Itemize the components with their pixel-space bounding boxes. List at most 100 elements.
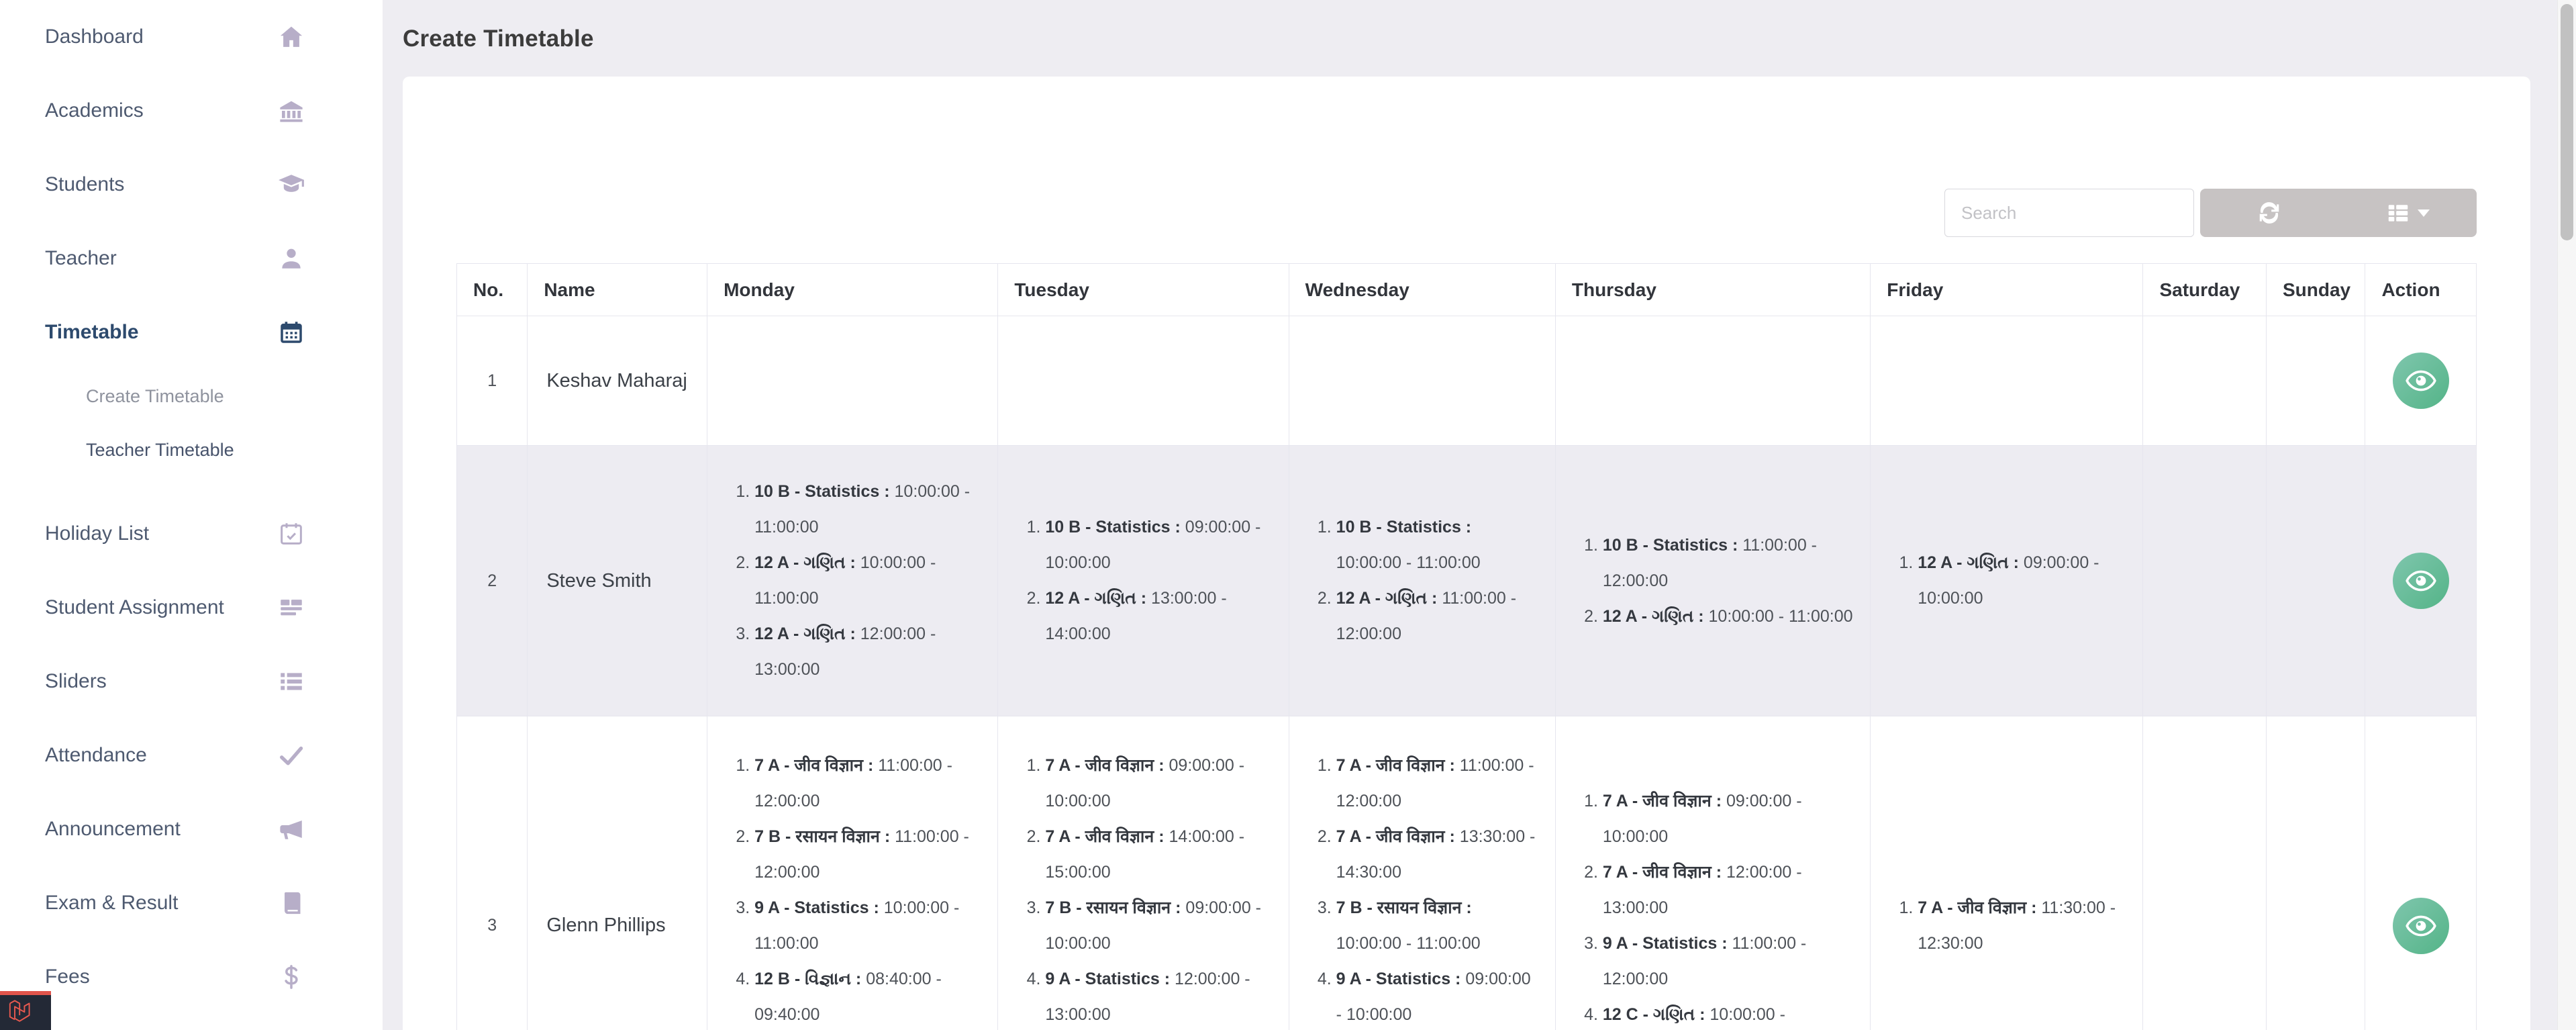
schedule-entry: 10 B - Statistics : 10:00:00 - 11:00:00 xyxy=(754,474,981,545)
day-cell-tuesday: 7 A - जीव विज्ञान : 09:00:00 - 10:00:007… xyxy=(997,716,1289,1030)
column-header-name: Name xyxy=(527,263,708,316)
sidebar-item-students[interactable]: Students xyxy=(0,148,383,222)
sidebar-item-label: Students xyxy=(45,173,125,195)
table-body: 1Keshav Maharaj2Steve Smith10 B - Statis… xyxy=(456,316,2477,1030)
schedule-entry: 9 A - Statistics : 12:00:00 - 13:00:00 xyxy=(1045,962,1272,1030)
column-header-sunday: Sunday xyxy=(2265,263,2366,316)
view-timetable-button[interactable] xyxy=(2392,353,2449,409)
dollar-icon xyxy=(277,963,305,991)
column-header-tuesday: Tuesday xyxy=(997,263,1289,316)
schedule-list: 10 B - Statistics : 10:00:00 - 11:00:001… xyxy=(1305,510,1539,652)
schedule-entry: 9 A - Statistics : 10:00:00 - 11:00:00 xyxy=(754,890,981,962)
sidebar-item-label: Create Timetable xyxy=(86,385,224,406)
rows-icon xyxy=(277,594,305,622)
bank-icon xyxy=(277,97,305,125)
table-header-row: No. Name Monday Tuesday Wednesday Thursday Fri… xyxy=(456,263,2477,316)
teacher-name: Glenn Phillips xyxy=(527,716,708,1030)
schedule-list: 7 A - जीव विज्ञान : 09:00:00 - 10:00:007… xyxy=(1014,748,1272,1030)
megaphone-icon xyxy=(277,815,305,843)
page-title: Create Timetable xyxy=(403,26,594,52)
main-content: Create Timetable Search No. Name Monday … xyxy=(383,0,2576,1030)
schedule-entry: 7 A - जीव विज्ञान : 11:30:00 - 12:30:00 xyxy=(1918,890,2126,962)
schedule-entry: 7 A - जीव विज्ञान : 12:00:00 - 13:00:00 xyxy=(1603,855,1854,926)
sidebar-nav: Dashboard Academics Students Teacher Timetab… xyxy=(0,0,383,1014)
calendar-check-icon xyxy=(277,520,305,548)
schedule-entry: 12 C - ગણિત : 10:00:00 - 11:00:00 xyxy=(1603,997,1854,1030)
sidebar-item-label: Sliders xyxy=(45,670,107,692)
schedule-entry: 9 A - Statistics : 11:00:00 - 12:00:00 xyxy=(1603,926,1854,997)
sidebar-item-exam-result[interactable]: Exam & Result xyxy=(0,866,383,940)
sidebar-item-holiday-list[interactable]: Holiday List xyxy=(0,497,383,571)
sidebar-item-label: Dashboard xyxy=(45,26,144,48)
column-header-wednesday: Wednesday xyxy=(1288,263,1556,316)
sidebar-item-academics[interactable]: Academics xyxy=(0,74,383,148)
column-header-saturday: Saturday xyxy=(2142,263,2267,316)
eye-icon xyxy=(2405,565,2437,597)
sidebar-item-create-timetable[interactable]: Create Timetable xyxy=(0,369,383,423)
laravel-debugbar-badge[interactable] xyxy=(0,991,51,1030)
schedule-entry: 10 B - Statistics : 09:00:00 - 10:00:00 xyxy=(1045,510,1272,581)
schedule-entry: 7 A - जीव विज्ञान : 11:00:00 - 12:00:00 xyxy=(1336,748,1539,819)
view-timetable-button[interactable] xyxy=(2392,553,2449,609)
day-cell-friday xyxy=(1870,316,2144,446)
search-input[interactable] xyxy=(1944,189,2194,237)
teacher-name: Steve Smith xyxy=(527,445,708,716)
day-cell-saturday xyxy=(2142,716,2267,1030)
column-visibility-button[interactable] xyxy=(2338,189,2477,237)
refresh-button[interactable] xyxy=(2200,189,2338,237)
schedule-entry: 12 A - ગણિત : 13:00:00 - 14:00:00 xyxy=(1045,581,1272,652)
sidebar-item-teacher-timetable[interactable]: Teacher Timetable xyxy=(0,423,383,477)
sidebar-item-label: Attendance xyxy=(45,744,147,766)
action-cell xyxy=(2365,445,2477,716)
sidebar-item-label: Announcement xyxy=(45,818,181,840)
schedule-entry: 12 A - ગણિત : 11:00:00 - 12:00:00 xyxy=(1336,581,1539,652)
schedule-entry: 9 A - Statistics : 09:00:00 - 10:00:00 xyxy=(1336,962,1539,1030)
sidebar-item-label: Holiday List xyxy=(45,522,150,545)
refresh-icon xyxy=(2259,202,2279,224)
day-cell-saturday xyxy=(2142,316,2267,446)
sidebar-item-announcement[interactable]: Announcement xyxy=(0,792,383,866)
sidebar-item-student-assignment[interactable]: Student Assignment xyxy=(0,571,383,645)
schedule-list: 7 A - जीव विज्ञान : 11:00:00 - 12:00:007… xyxy=(1305,748,1539,1030)
sidebar-item-label: Student Assignment xyxy=(45,596,224,618)
action-cell xyxy=(2365,316,2477,446)
sidebar-item-sliders[interactable]: Sliders xyxy=(0,645,383,718)
schedule-entry: 10 B - Statistics : 10:00:00 - 11:00:00 xyxy=(1336,510,1539,581)
sidebar-item-timetable[interactable]: Timetable xyxy=(0,295,383,369)
view-timetable-button[interactable] xyxy=(2392,897,2449,954)
scrollbar-thumb[interactable] xyxy=(2561,4,2573,240)
column-header-friday: Friday xyxy=(1870,263,2144,316)
sidebar-item-label: Teacher xyxy=(45,247,117,269)
day-cell-thursday: 7 A - जीव विज्ञान : 09:00:00 - 10:00:007… xyxy=(1554,716,1871,1030)
sidebar-item-fees[interactable]: Fees xyxy=(0,940,383,1014)
timetable-table: No. Name Monday Tuesday Wednesday Thursday Fri… xyxy=(456,263,2477,1030)
home-icon xyxy=(277,23,305,51)
timetable-card: No.NameMondayTuesdayWednesdayThursdayFri… xyxy=(403,77,2530,1030)
day-cell-thursday: 10 B - Statistics : 11:00:00 - 12:00:001… xyxy=(1554,445,1871,716)
laravel-logo-icon xyxy=(9,1000,30,1022)
sidebar-item-label: Timetable xyxy=(45,321,139,343)
day-cell-friday: 12 A - ગણિત : 09:00:00 - 10:00:00 xyxy=(1870,445,2144,716)
schedule-entry: 12 A - ગણિત : 09:00:00 - 10:00:00 xyxy=(1918,545,2126,616)
graduation-cap-icon xyxy=(277,171,305,199)
schedule-list: 7 A - जीव विज्ञान : 09:00:00 - 10:00:007… xyxy=(1572,784,1854,1030)
sidebar-item-teacher[interactable]: Teacher xyxy=(0,222,383,295)
sidebar-item-label: Exam & Result xyxy=(45,892,179,914)
toolbar-button-group xyxy=(2200,189,2477,237)
schedule-list: 12 A - ગણિત : 09:00:00 - 10:00:00 xyxy=(1887,545,2126,616)
day-cell-wednesday: 7 A - जीव विज्ञान : 11:00:00 - 12:00:007… xyxy=(1288,716,1556,1030)
schedule-list: 10 B - Statistics : 09:00:00 - 10:00:001… xyxy=(1014,510,1272,652)
schedule-entry: 12 A - ગણિત : 10:00:00 - 11:00:00 xyxy=(754,545,981,616)
sidebar-item-dashboard[interactable]: Dashboard xyxy=(0,0,383,74)
page-scrollbar[interactable] xyxy=(2557,0,2576,1030)
day-cell-saturday xyxy=(2142,445,2267,716)
day-cell-sunday xyxy=(2265,316,2366,446)
table-row: 1 Keshav Maharaj xyxy=(456,316,2477,446)
sidebar-item-attendance[interactable]: Attendance xyxy=(0,718,383,792)
schedule-entry: 7 A - जीव विज्ञान : 14:00:00 - 15:00:00 xyxy=(1045,819,1272,890)
user-icon xyxy=(277,244,305,273)
calendar-icon xyxy=(277,318,305,346)
column-header-thursday: Thursday xyxy=(1554,263,1871,316)
table-row: 3Glenn Phillips7 A - जीव विज्ञान : 11:00… xyxy=(456,716,2477,1030)
day-cell-sunday xyxy=(2265,445,2366,716)
